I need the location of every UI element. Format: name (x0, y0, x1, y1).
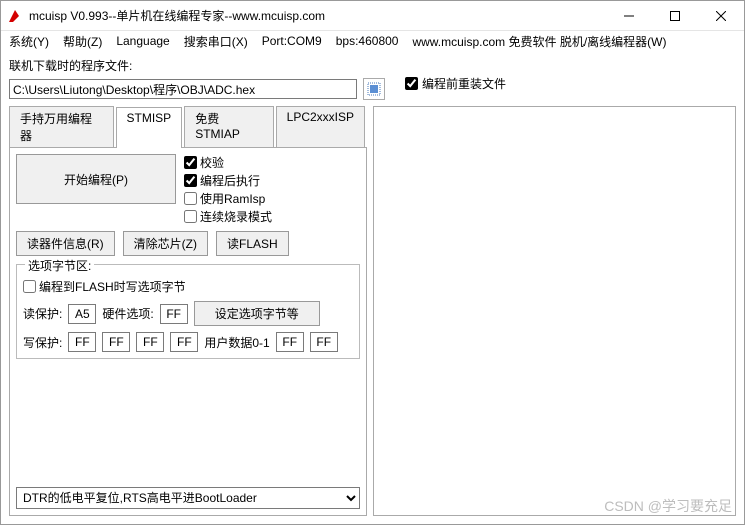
file-section: 联机下载时的程序文件: 编程前重装文件 (1, 53, 744, 102)
log-panel[interactable] (373, 106, 736, 516)
window-title: mcuisp V0.993--单片机在线编程专家--www.mcuisp.com (29, 7, 606, 24)
continuous-checkbox[interactable] (184, 210, 197, 223)
menu-help[interactable]: 帮助(Z) (63, 33, 102, 50)
verify-checkbox[interactable] (184, 156, 197, 169)
run-after-checkbox[interactable] (184, 174, 197, 187)
write-opt-checkbox[interactable] (23, 280, 36, 293)
wp3-input[interactable] (170, 332, 198, 352)
verify-row[interactable]: 校验 (184, 154, 272, 171)
browse-button[interactable] (363, 78, 385, 100)
reload-label: 编程前重装文件 (422, 75, 506, 92)
tab-stmisp[interactable]: STMISP (116, 107, 183, 148)
read-protect-input[interactable] (68, 304, 96, 324)
read-protect-label: 读保护: (23, 305, 62, 322)
app-window: mcuisp V0.993--单片机在线编程专家--www.mcuisp.com… (0, 0, 745, 525)
tab-stmiap[interactable]: 免费STMIAP (184, 106, 273, 147)
body-area: 手持万用编程器 STMISP 免费STMIAP LPC2xxxISP 开始编程(… (1, 102, 744, 524)
read-flash-button[interactable]: 读FLASH (216, 231, 289, 256)
continuous-row[interactable]: 连续烧录模式 (184, 208, 272, 225)
app-icon (7, 8, 23, 24)
write-protect-label: 写保护: (23, 334, 62, 351)
option-bytes-title: 选项字节区: (25, 257, 94, 274)
close-button[interactable] (698, 1, 744, 31)
titlebar: mcuisp V0.993--单片机在线编程专家--www.mcuisp.com (1, 1, 744, 31)
ud0-input[interactable] (276, 332, 304, 352)
chip-info-button[interactable]: 读器件信息(R) (16, 231, 115, 256)
minimize-button[interactable] (606, 1, 652, 31)
ramisp-row[interactable]: 使用RamIsp (184, 190, 272, 207)
hw-opt-input[interactable] (160, 304, 188, 324)
program-button[interactable]: 开始编程(P) (16, 154, 176, 204)
wp0-input[interactable] (68, 332, 96, 352)
option-bytes-group: 选项字节区: 编程到FLASH时写选项字节 读保护: 硬件选项: 设定选项字节等… (16, 264, 360, 359)
hw-opt-label: 硬件选项: (102, 305, 153, 322)
menu-site[interactable]: www.mcuisp.com 免费软件 脱机/离线编程器(W) (412, 33, 666, 50)
menu-port[interactable]: Port:COM9 (262, 34, 322, 48)
window-controls (606, 1, 744, 31)
wp2-input[interactable] (136, 332, 164, 352)
user-data-label: 用户数据0-1 (204, 334, 269, 351)
tab-handheld[interactable]: 手持万用编程器 (9, 106, 114, 147)
run-after-row[interactable]: 编程后执行 (184, 172, 272, 189)
reload-checkbox[interactable] (405, 77, 418, 90)
file-path-input[interactable] (9, 79, 357, 99)
menu-bps[interactable]: bps:460800 (336, 34, 399, 48)
file-label: 联机下载时的程序文件: (9, 57, 385, 74)
tab-content: 开始编程(P) 校验 编程后执行 使用RamIsp 连续烧录模式 读器件信息(R… (9, 148, 367, 516)
set-option-button[interactable]: 设定选项字节等 (194, 301, 320, 326)
menubar: 系统(Y) 帮助(Z) Language 搜索串口(X) Port:COM9 b… (1, 31, 744, 53)
maximize-button[interactable] (652, 1, 698, 31)
tabs: 手持万用编程器 STMISP 免费STMIAP LPC2xxxISP (9, 106, 367, 148)
menu-language[interactable]: Language (116, 34, 169, 48)
wp1-input[interactable] (102, 332, 130, 352)
write-opt-row[interactable]: 编程到FLASH时写选项字节 (23, 278, 353, 295)
erase-button[interactable]: 清除芯片(Z) (123, 231, 208, 256)
ud1-input[interactable] (310, 332, 338, 352)
menu-search-port[interactable]: 搜索串口(X) (184, 33, 248, 50)
ramisp-checkbox[interactable] (184, 192, 197, 205)
reload-checkbox-row[interactable]: 编程前重装文件 (405, 75, 506, 92)
menu-system[interactable]: 系统(Y) (9, 33, 49, 50)
reset-mode-combo[interactable]: DTR的低电平复位,RTS高电平进BootLoader (16, 487, 360, 509)
tab-lpc[interactable]: LPC2xxxISP (276, 106, 365, 147)
left-panel: 手持万用编程器 STMISP 免费STMIAP LPC2xxxISP 开始编程(… (9, 106, 367, 516)
